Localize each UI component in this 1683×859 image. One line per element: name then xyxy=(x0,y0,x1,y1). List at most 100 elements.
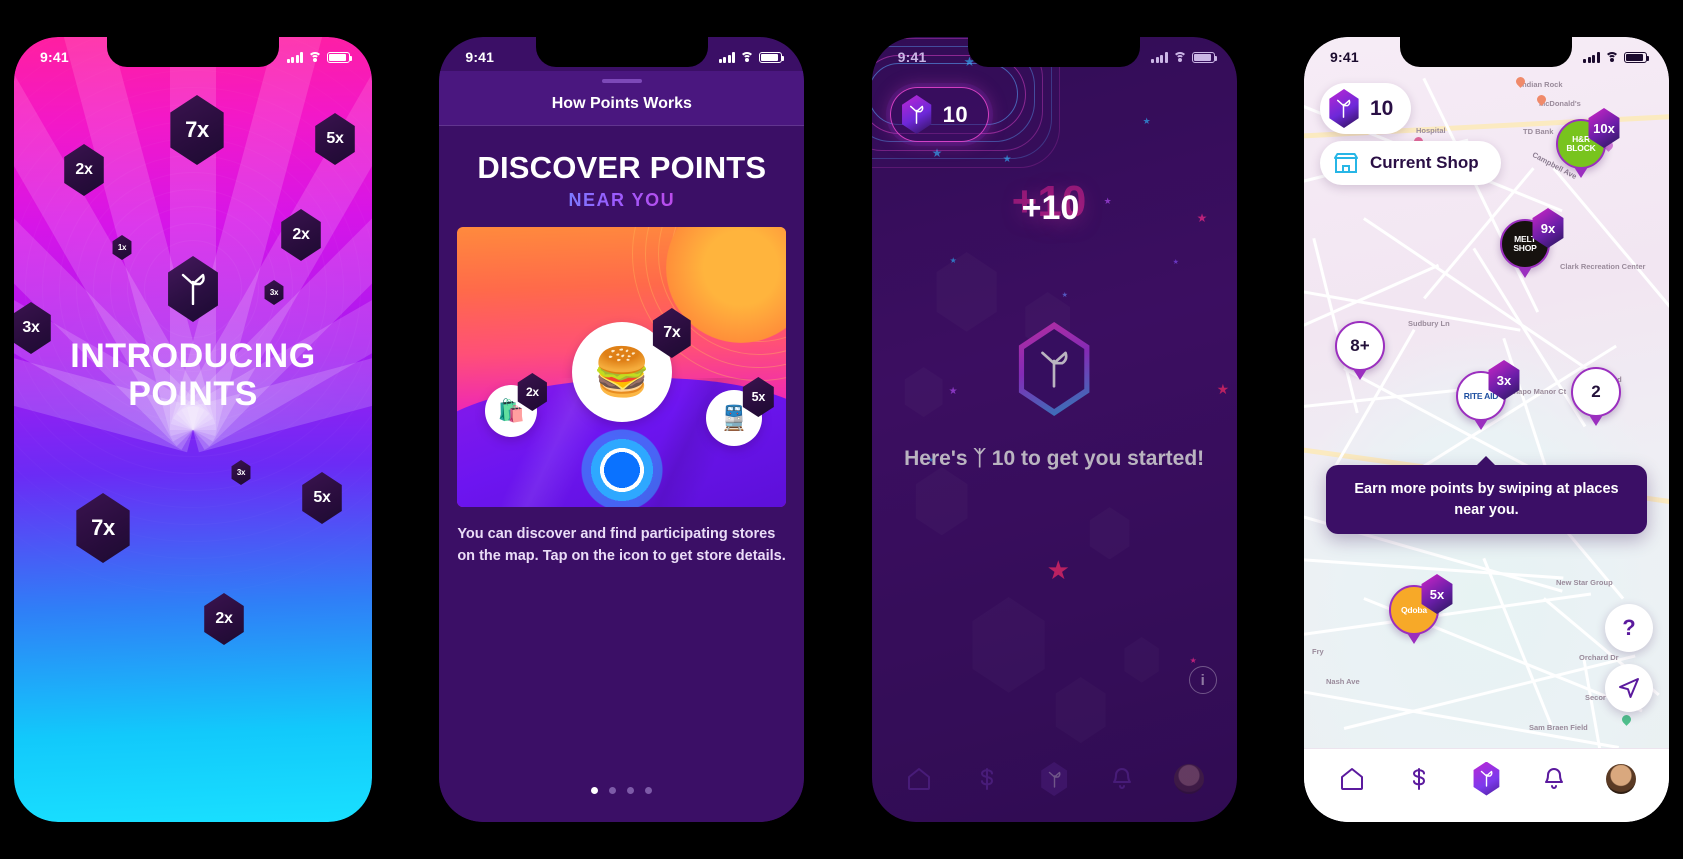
nav-item-points[interactable] xyxy=(1039,762,1069,796)
sheet-body: DISCOVER POINTS NEAR YOU 🛍️ 2x 🍔 7x 🚆 5x… xyxy=(439,126,805,822)
nav-item-alerts[interactable] xyxy=(1539,764,1569,794)
points-balance-pill[interactable]: 10 xyxy=(889,87,990,142)
pill-value: 10 xyxy=(942,101,969,127)
map-label: Clark Recreation Center xyxy=(1559,262,1646,271)
burger-pin[interactable]: 🍔 7x xyxy=(571,308,691,422)
multiplier-label: 5x xyxy=(751,390,766,404)
map-poi-pin[interactable] xyxy=(1535,93,1548,107)
points-hex-icon xyxy=(1329,89,1359,128)
map-poi-pin[interactable] xyxy=(1514,75,1527,89)
current-shop-button[interactable]: Current Shop xyxy=(1319,141,1501,185)
rune-glyph xyxy=(1337,99,1351,118)
groceries-pin[interactable]: 🛍️ 2x xyxy=(485,373,547,437)
sheet-grabber[interactable] xyxy=(601,79,642,83)
nav-item-home[interactable] xyxy=(904,764,934,794)
rune-glyph xyxy=(910,105,924,124)
road xyxy=(1553,167,1669,323)
home-icon xyxy=(908,768,931,790)
page-title: INTRODUCING POINTS xyxy=(14,337,372,413)
multiplier-label: 3x xyxy=(236,468,246,477)
wifi-icon xyxy=(740,51,755,63)
nav-item-profile[interactable] xyxy=(1173,764,1204,794)
subheadline: NEAR YOU xyxy=(439,190,804,211)
cluster-pin[interactable]: 2 xyxy=(1570,367,1621,426)
dollar-icon xyxy=(980,768,993,790)
pin-tail xyxy=(1573,167,1588,178)
map-label: Fry xyxy=(1311,647,1324,656)
burger-emoji: 🍔 xyxy=(592,345,652,398)
page-dot[interactable] xyxy=(627,787,635,794)
status-indicators xyxy=(718,51,785,63)
rune-glyph xyxy=(181,273,205,305)
multiplier-label: 10x xyxy=(1593,120,1615,136)
nav-item-alerts[interactable] xyxy=(1107,764,1137,794)
multiplier-label: 3x xyxy=(22,319,40,336)
cellular-signal-icon xyxy=(718,51,736,63)
caption-text: You can discover and find participating … xyxy=(457,526,786,565)
nav-item-home[interactable] xyxy=(1337,764,1367,794)
phone-how-points-works: How Points Works DISCOVER POINTS NEAR YO… xyxy=(439,37,805,822)
battery-icon xyxy=(1191,51,1217,63)
store-pin[interactable]: MELT SHOP 9x xyxy=(1499,208,1564,278)
pin-tail xyxy=(1588,415,1603,426)
nav-item-earn[interactable] xyxy=(1404,764,1434,794)
map-label: TD Bank xyxy=(1522,127,1554,136)
home-icon xyxy=(1340,767,1363,790)
multiplier-label: 2x xyxy=(215,610,233,627)
multiplier-label: 5x xyxy=(313,489,331,506)
store-pin[interactable]: H&R BLOCK 10x xyxy=(1555,108,1620,178)
multiplier-label: 2x xyxy=(292,226,310,243)
wifi-icon xyxy=(1604,51,1619,63)
points-hex-icon xyxy=(902,95,932,134)
current-shop-label: Current Shop xyxy=(1369,153,1479,172)
help-button[interactable]: ? xyxy=(1604,604,1653,652)
multiplier-label: 1x xyxy=(117,243,127,252)
storefront-icon xyxy=(1333,153,1358,173)
train-pin[interactable]: 🚆 5x xyxy=(706,377,774,446)
status-time: 9:41 xyxy=(465,49,495,65)
cluster-count: 8+ xyxy=(1350,336,1370,355)
cellular-signal-icon xyxy=(1583,51,1600,63)
battery-icon xyxy=(1623,51,1649,63)
page-dot[interactable] xyxy=(645,787,653,794)
map-screen: Indian Rock McDonald's TD Bank Hospital Camp… xyxy=(1303,37,1669,822)
store-pin[interactable]: Qdoba 5x xyxy=(1388,574,1453,644)
nav-item-profile[interactable] xyxy=(1606,763,1637,794)
multiplier-label: 7x xyxy=(185,117,209,142)
phone-map: Indian Rock McDonald's TD Bank Hospital Camp… xyxy=(1303,37,1669,822)
cellular-signal-icon xyxy=(1151,51,1168,63)
battery-icon xyxy=(759,51,785,63)
multiplier-label: 3x xyxy=(269,288,279,297)
store-name: Qdoba xyxy=(1401,604,1427,615)
nav-item-points[interactable] xyxy=(1471,761,1501,796)
headline: DISCOVER POINTS xyxy=(477,150,767,185)
avatar xyxy=(1173,764,1204,794)
store-pin[interactable]: RITE AID 3x xyxy=(1455,360,1520,430)
map-label: New Star Group xyxy=(1555,578,1613,587)
sheet-title: How Points Works xyxy=(551,95,692,112)
multiplier-label: 7x xyxy=(91,515,115,540)
multiplier-label: 9x xyxy=(1540,220,1556,236)
cellular-signal-icon xyxy=(286,51,303,63)
current-location-dot xyxy=(578,427,665,507)
locate-me-button[interactable] xyxy=(1604,664,1653,712)
status-indicators xyxy=(1583,51,1649,63)
status-time: 9:41 xyxy=(40,49,69,65)
dollar-icon xyxy=(1413,767,1426,790)
map-poi-pin[interactable] xyxy=(1620,713,1633,727)
notch xyxy=(107,37,279,67)
page-dot[interactable] xyxy=(591,787,599,794)
page-indicator[interactable] xyxy=(439,787,804,794)
multiplier-label: 3x xyxy=(1496,372,1512,388)
map-label: Orchard Dr xyxy=(1578,653,1619,662)
cluster-pin[interactable]: 8+ xyxy=(1334,321,1385,380)
how-points-works-screen: How Points Works DISCOVER POINTS NEAR YO… xyxy=(439,37,805,822)
status-time: 9:41 xyxy=(897,49,927,65)
title-line-2: POINTS xyxy=(128,375,258,414)
nav-item-earn[interactable] xyxy=(972,764,1002,794)
bottom-nav[interactable] xyxy=(1303,748,1669,822)
points-balance-pill[interactable]: 10 xyxy=(1319,83,1412,134)
bottom-nav[interactable] xyxy=(872,750,1237,822)
info-button[interactable]: i xyxy=(1188,666,1217,694)
page-dot[interactable] xyxy=(609,787,617,794)
